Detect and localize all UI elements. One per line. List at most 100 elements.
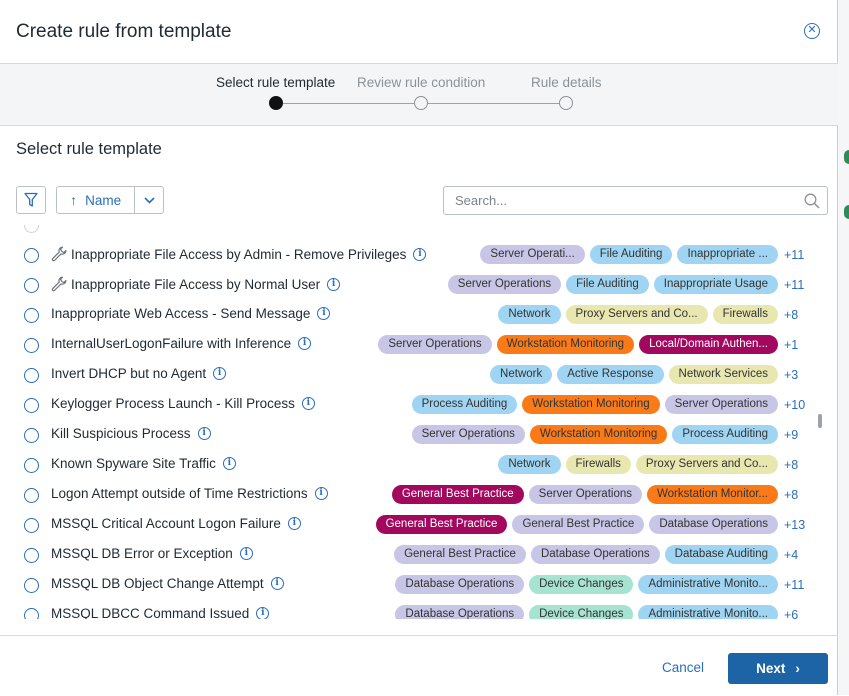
- radio-button[interactable]: [24, 488, 39, 503]
- category-tag: Network: [490, 365, 553, 384]
- info-icon[interactable]: i: [317, 307, 331, 320]
- more-tags-count[interactable]: +13: [784, 518, 806, 532]
- info-icon[interactable]: i: [239, 547, 253, 560]
- category-tag: Proxy Servers and Co...: [565, 305, 708, 324]
- rule-row[interactable]: MSSQL Critical Account Logon Failure i Gen…: [0, 510, 838, 540]
- more-tags-count[interactable]: +11: [784, 278, 806, 292]
- info-icon[interactable]: i: [301, 397, 315, 410]
- rule-name: Invert DHCP but no Agent: [51, 366, 207, 381]
- radio-button[interactable]: [24, 338, 39, 353]
- rule-template-list: Inappropriate File Access by Admin - Rem…: [0, 225, 838, 619]
- search-box: [443, 186, 828, 215]
- radio-button[interactable]: [24, 398, 39, 413]
- rule-row[interactable]: MSSQL DB Object Change Attempt i Database …: [0, 570, 838, 600]
- rule-name: Inappropriate Web Access - Send Message: [51, 306, 311, 321]
- more-tags-count[interactable]: +1: [784, 338, 806, 352]
- step-dot: [414, 96, 428, 110]
- rule-name: MSSQL DB Error or Exception: [51, 546, 233, 561]
- rule-row[interactable]: Keylogger Process Launch - Kill Process i…: [0, 390, 838, 420]
- section-title: Select rule template: [16, 140, 162, 158]
- next-label: Next: [756, 661, 786, 676]
- sort-dropdown-button[interactable]: [135, 187, 163, 213]
- radio-button[interactable]: [24, 578, 39, 593]
- search-input[interactable]: [453, 192, 797, 209]
- rule-row[interactable]: Logon Attempt outside of Time Restrictio…: [0, 480, 838, 510]
- info-icon[interactable]: i: [222, 457, 236, 470]
- info-icon[interactable]: i: [270, 577, 284, 590]
- more-tags-count[interactable]: +11: [784, 248, 806, 262]
- filter-button[interactable]: [16, 186, 46, 214]
- rule-row[interactable]: Inappropriate Web Access - Send Message i…: [0, 300, 838, 330]
- category-tag: Server Operations: [664, 395, 778, 414]
- rule-row[interactable]: InternalUserLogonFailure with Inference i…: [0, 330, 838, 360]
- info-icon[interactable]: i: [197, 427, 211, 440]
- next-button[interactable]: Next ›: [728, 653, 828, 684]
- rule-row[interactable]: MSSQL DB Error or Exception i General Best…: [0, 540, 838, 570]
- rule-name: Logon Attempt outside of Time Restrictio…: [51, 486, 308, 501]
- rule-row[interactable]: Inappropriate File Access by Normal User…: [0, 270, 838, 300]
- rule-name: Keylogger Process Launch - Kill Process: [51, 396, 295, 411]
- sort-button[interactable]: ↑ Name: [57, 187, 136, 213]
- more-tags-count[interactable]: +4: [784, 548, 806, 562]
- info-icon[interactable]: i: [287, 517, 301, 530]
- category-tag: Device Changes: [529, 605, 634, 619]
- radio-button[interactable]: [24, 518, 39, 533]
- more-tags-count[interactable]: +8: [784, 488, 806, 502]
- more-tags-count[interactable]: +11: [784, 578, 806, 592]
- search-icon[interactable]: [804, 193, 820, 209]
- more-tags-count[interactable]: +8: [784, 308, 806, 322]
- dialog-footer: Cancel Next ›: [0, 635, 838, 696]
- info-icon[interactable]: i: [298, 337, 312, 350]
- close-icon[interactable]: ✕: [804, 23, 820, 39]
- info-icon[interactable]: i: [314, 487, 328, 500]
- rule-name: Inappropriate File Access by Admin - Rem…: [71, 246, 407, 262]
- tag-list: Server Operati... File Auditing Inappropri…: [475, 245, 806, 264]
- more-tags-count[interactable]: +8: [784, 458, 806, 472]
- radio-button[interactable]: [24, 278, 39, 293]
- category-tag: Device Changes: [529, 575, 634, 594]
- category-tag: Database Operations: [395, 605, 525, 619]
- info-icon[interactable]: i: [327, 277, 341, 291]
- wizard-stepper: Select rule template Review rule conditi…: [0, 64, 838, 126]
- scrollbar-thumb[interactable]: [818, 414, 822, 428]
- category-tag: Database Operations: [649, 515, 778, 534]
- radio-button[interactable]: [24, 608, 39, 619]
- cancel-button[interactable]: Cancel: [662, 660, 704, 675]
- rule-row[interactable]: Invert DHCP but no Agent i Network Active R…: [0, 360, 838, 390]
- info-icon[interactable]: i: [256, 607, 270, 619]
- rule-name-cell: MSSQL Critical Account Logon Failure i: [51, 516, 301, 531]
- tag-list: Server Operations File Auditing Inappropri…: [443, 275, 806, 294]
- category-tag: General Best Practice: [375, 515, 508, 534]
- radio-button[interactable]: [24, 225, 39, 233]
- info-icon[interactable]: i: [213, 367, 227, 380]
- radio-button[interactable]: [24, 248, 39, 263]
- more-tags-count[interactable]: +6: [784, 608, 806, 620]
- rule-row[interactable]: Known Spyware Site Traffic i Network Firewa…: [0, 450, 838, 480]
- category-tag: Workstation Monitoring: [522, 395, 660, 414]
- rule-row[interactable]: MSSQL DBCC Command Issued i Database Opera…: [0, 600, 838, 619]
- rule-row[interactable]: Inappropriate File Access by Admin - Rem…: [0, 240, 838, 270]
- sort-control: ↑ Name: [56, 186, 164, 214]
- radio-button[interactable]: [24, 368, 39, 383]
- category-tag: Database Operations: [530, 545, 660, 564]
- step-label-review-condition: Review rule condition: [357, 75, 486, 90]
- more-tags-count[interactable]: +10: [784, 398, 806, 412]
- rule-name: Known Spyware Site Traffic: [51, 456, 216, 471]
- step-label-select-template: Select rule template: [216, 75, 336, 90]
- radio-button[interactable]: [24, 428, 39, 443]
- category-tag: Process Auditing: [672, 425, 778, 444]
- more-tags-count[interactable]: +9: [784, 428, 806, 442]
- tag-list: Network Proxy Servers and Co... Firewalls +…: [493, 305, 806, 324]
- more-tags-count[interactable]: +3: [784, 368, 806, 382]
- rule-row[interactable]: Kill Suspicious Process i Server Operation…: [0, 420, 838, 450]
- radio-button[interactable]: [24, 458, 39, 473]
- radio-button[interactable]: [24, 548, 39, 563]
- step-label-rule-details: Rule details: [531, 75, 602, 90]
- tag-list: Network Firewalls Proxy Servers and Co... +…: [493, 455, 806, 474]
- rule-name: MSSQL DBCC Command Issued: [51, 606, 250, 619]
- sort-label: Name: [85, 192, 122, 208]
- info-icon[interactable]: i: [413, 247, 427, 261]
- category-tag: General Best Practice: [512, 515, 645, 534]
- category-tag: Administrative Monito...: [638, 575, 778, 594]
- radio-button[interactable]: [24, 308, 39, 323]
